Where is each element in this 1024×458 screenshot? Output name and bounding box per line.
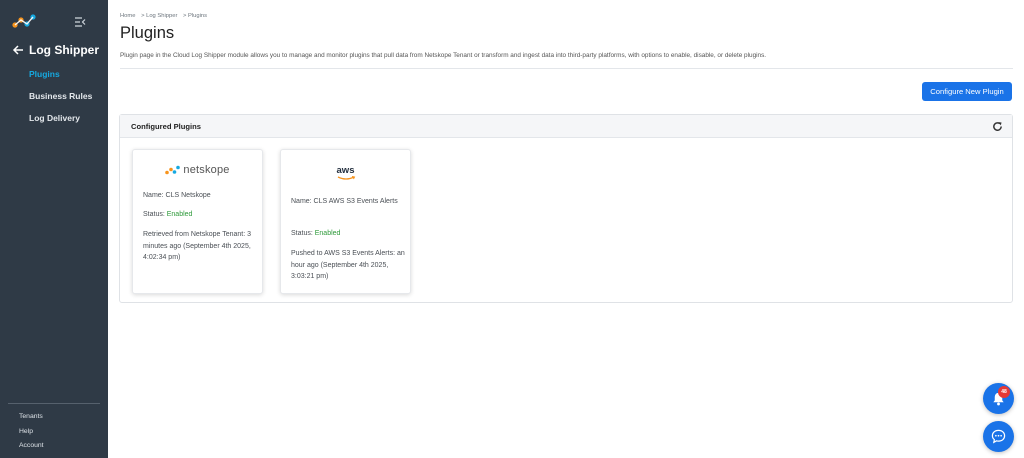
- breadcrumb-home[interactable]: Home: [120, 13, 135, 19]
- status-value: Enabled: [314, 230, 341, 237]
- breadcrumb-current: Plugins: [188, 13, 208, 19]
- aws-smile-icon: [337, 176, 355, 180]
- sidebar-item-plugins[interactable]: Plugins: [0, 64, 108, 86]
- page-description: Plugin page in the Cloud Log Shipper mod…: [120, 52, 767, 59]
- configured-plugins-panel: Configured Plugins netskope Name: CLS Ne…: [119, 114, 1013, 303]
- sidebar-item-business-rules[interactable]: Business Rules: [0, 86, 108, 108]
- plugin-card-cls-netskope[interactable]: netskope Name: CLS Netskope Status: Enab…: [132, 149, 263, 294]
- status-value: Enabled: [166, 211, 193, 218]
- back-to-log-shipper[interactable]: Log Shipper: [12, 42, 104, 58]
- breadcrumb-separator: >: [183, 13, 187, 19]
- chat-icon: [991, 429, 1006, 444]
- collapse-menu-icon[interactable]: [74, 17, 86, 27]
- sidebar-link-help[interactable]: Help: [19, 425, 99, 440]
- sidebar-header: [0, 0, 108, 40]
- configure-new-plugin-button[interactable]: Configure New Plugin: [922, 82, 1012, 101]
- main-content: Home > Log Shipper > Plugins Plugins Plu…: [108, 0, 1024, 458]
- plugin-status: Status: Enabled: [143, 209, 258, 221]
- sidebar: Log Shipper Plugins Business Rules Log D…: [0, 0, 108, 458]
- plugin-name: Name: CLS Netskope: [143, 192, 211, 199]
- refresh-icon[interactable]: [992, 121, 1003, 132]
- netskope-logo-icon: [165, 165, 181, 175]
- chat-button[interactable]: [983, 421, 1014, 452]
- sidebar-link-account[interactable]: Account: [19, 439, 99, 454]
- status-label: Status:: [291, 230, 315, 237]
- sidebar-link-tenants[interactable]: Tenants: [19, 410, 99, 425]
- plugin-card-cls-aws-s3[interactable]: aws Name: CLS AWS S3 Events Alerts Statu…: [280, 149, 411, 294]
- page-title: Plugins: [120, 24, 175, 42]
- aws-logo-text: aws: [336, 165, 355, 176]
- breadcrumb-separator: >: [141, 13, 145, 19]
- arrow-left-icon: [12, 45, 23, 55]
- plugin-detail: Pushed to AWS S3 Events Alerts: an hour …: [291, 250, 405, 280]
- sidebar-nav: Plugins Business Rules Log Delivery: [0, 64, 108, 130]
- breadcrumb: Home > Log Shipper > Plugins: [120, 13, 207, 19]
- aws-logo: aws: [281, 166, 410, 184]
- module-title: Log Shipper: [29, 43, 99, 57]
- header-divider: [120, 68, 1013, 69]
- panel-title: Configured Plugins: [131, 122, 202, 131]
- plugin-status: Status: Enabled: [291, 228, 406, 240]
- panel-header: Configured Plugins: [120, 115, 1012, 138]
- sidebar-footer: Tenants Help Account: [19, 410, 99, 454]
- sidebar-item-log-delivery[interactable]: Log Delivery: [0, 108, 108, 130]
- netskope-logo-text: netskope: [183, 164, 230, 176]
- plugin-name: Name: CLS AWS S3 Events Alerts: [291, 198, 398, 205]
- netskope-logo: netskope: [133, 163, 262, 177]
- status-label: Status:: [143, 211, 167, 218]
- sidebar-divider: [8, 403, 100, 404]
- netskope-logo-icon[interactable]: [12, 13, 36, 29]
- plugin-detail: Retrieved from Netskope Tenant: 3 minute…: [143, 231, 252, 261]
- breadcrumb-log-shipper[interactable]: Log Shipper: [146, 13, 177, 19]
- notification-count-badge: 48: [998, 386, 1010, 398]
